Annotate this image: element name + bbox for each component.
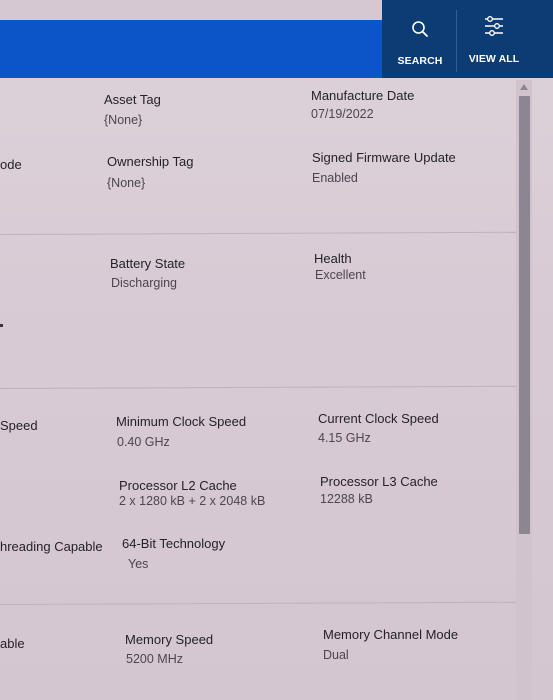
asset-tag-value: {None} xyxy=(104,113,143,127)
signed-firmware-value: Enabled xyxy=(312,171,358,185)
truncated-label: Speed xyxy=(0,418,38,433)
l3-cache-label: Processor L3 Cache xyxy=(320,474,438,489)
asset-tag-label: Asset Tag xyxy=(104,92,161,107)
memory-speed-label: Memory Speed xyxy=(125,632,214,647)
system-info-screen: SEARCH VIEW ALL Asset Tag {None} Manufac… xyxy=(0,0,553,700)
64bit-technology-label: 64-Bit Technology xyxy=(122,536,226,551)
truncated-mark xyxy=(0,324,3,327)
section-divider xyxy=(0,231,516,235)
memory-channel-mode-value: Dual xyxy=(323,648,349,662)
search-label: SEARCH xyxy=(397,55,443,67)
view-all-label: VIEW ALL xyxy=(468,53,520,65)
manufacture-date-label: Manufacture Date xyxy=(311,88,415,103)
ownership-tag-value: {None} xyxy=(107,176,146,190)
search-button[interactable]: SEARCH xyxy=(385,0,455,78)
manufacture-date-value: 07/19/2022 xyxy=(311,107,374,121)
section-divider xyxy=(0,601,516,605)
filter-settings-icon xyxy=(485,16,503,36)
current-clock-speed-value: 4.15 GHz xyxy=(318,431,371,445)
top-toolbar: SEARCH VIEW ALL xyxy=(0,0,553,78)
memory-speed-value: 5200 MHz xyxy=(126,652,183,666)
current-clock-speed-label: Current Clock Speed xyxy=(318,411,439,426)
view-all-button[interactable]: VIEW ALL xyxy=(458,0,530,78)
battery-state-value: Discharging xyxy=(111,276,178,290)
truncated-label: ode xyxy=(0,157,22,172)
signed-firmware-label: Signed Firmware Update xyxy=(312,150,456,165)
l2-cache-value: 2 x 1280 kB + 2 x 2048 kB xyxy=(119,494,266,508)
toolbar-separator xyxy=(456,10,457,72)
scroll-up-arrow-icon[interactable] xyxy=(516,80,532,94)
scrollbar-thumb[interactable] xyxy=(519,96,530,534)
64bit-technology-value: Yes xyxy=(128,557,149,571)
health-value: Excellent xyxy=(315,268,366,282)
search-icon xyxy=(412,21,428,37)
min-clock-speed-value: 0.40 GHz xyxy=(117,435,170,449)
min-clock-speed-label: Minimum Clock Speed xyxy=(116,414,247,429)
l3-cache-value: 12288 kB xyxy=(320,492,373,506)
health-label: Health xyxy=(314,251,352,266)
truncated-label: hreading Capable xyxy=(0,539,103,554)
battery-state-label: Battery State xyxy=(110,256,186,271)
section-divider xyxy=(0,385,516,389)
ownership-tag-label: Ownership Tag xyxy=(107,154,194,169)
l2-cache-label: Processor L2 Cache xyxy=(119,478,237,493)
memory-channel-mode-label: Memory Channel Mode xyxy=(323,627,459,642)
truncated-label: able xyxy=(0,636,25,651)
header-banner xyxy=(0,20,390,78)
